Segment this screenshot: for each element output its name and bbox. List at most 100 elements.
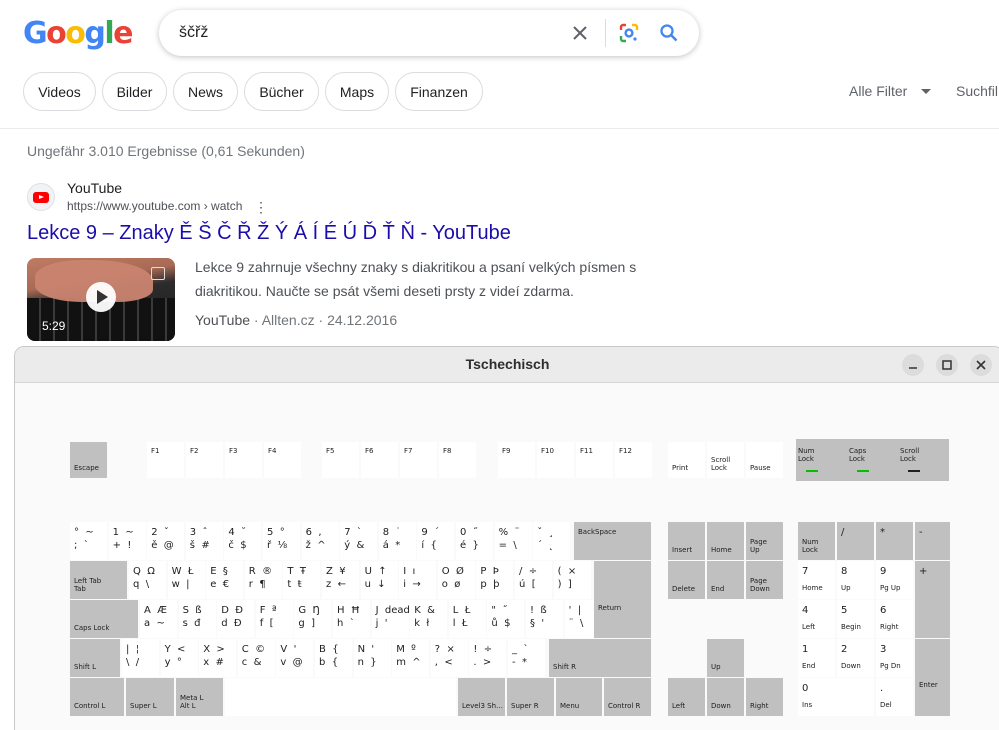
safesearch-button[interactable]: Suchfil (956, 83, 998, 99)
key-f1[interactable]: F1 (147, 442, 184, 478)
key-row4[interactable]: V ' v @ (276, 639, 314, 677)
key-row1[interactable]: 1 ~ + ! (108, 522, 146, 560)
key-row4[interactable]: Y < y ° (160, 639, 198, 677)
key-super-left[interactable]: Super L (126, 678, 174, 716)
key-row2[interactable]: W Ł w | (167, 561, 205, 599)
key-row1[interactable]: 4 ˘ č $ (224, 522, 262, 560)
key-return[interactable]: Return (594, 561, 651, 638)
key-page-down[interactable]: Page Down (746, 561, 783, 599)
key-kp-1[interactable]: 1 End (798, 639, 835, 677)
key-kp-5[interactable]: 5 Begin (837, 600, 874, 638)
google-lens-icon[interactable] (618, 22, 640, 44)
key-kp-8[interactable]: 8 Up (837, 561, 874, 599)
key-kp-minus[interactable]: - (915, 522, 950, 560)
key-kp-divide[interactable]: / (837, 522, 874, 560)
key-row3[interactable]: A Æ a ~ (140, 600, 177, 638)
site-favicon[interactable] (27, 183, 55, 211)
key-alt-left[interactable]: Meta L Alt L (176, 678, 223, 716)
chip-images[interactable]: Bilder (102, 72, 167, 111)
key-row2[interactable]: Q Ω q \ (129, 561, 166, 599)
key-kp-7[interactable]: 7 Home (798, 561, 835, 599)
key-up[interactable]: Up (707, 639, 744, 677)
key-row2[interactable]: E § e € (206, 561, 244, 599)
key-row4[interactable]: B { b { (315, 639, 352, 677)
key-kp-3[interactable]: 3 Pg Dn (876, 639, 913, 677)
key-row2[interactable]: O Ø o ø (437, 561, 475, 599)
key-row1[interactable]: % ¨ = \ (494, 522, 532, 560)
chip-videos[interactable]: Videos (23, 72, 96, 111)
key-caps-lock[interactable]: Caps Lock (70, 600, 138, 638)
key-row1[interactable]: 5 ° ř ⅛ (263, 522, 300, 560)
key-row4[interactable]: N ' n } (353, 639, 391, 677)
key-row2[interactable]: U ↑ u ↓ (360, 561, 398, 599)
search-input[interactable] (179, 22, 559, 44)
key-row3[interactable]: D Đ d Đ (217, 600, 255, 638)
key-row1[interactable]: 3 ˆ š # (185, 522, 223, 560)
key-f6[interactable]: F6 (361, 442, 398, 478)
key-row1[interactable]: 0 ˝ é } (456, 522, 493, 560)
chip-news[interactable]: News (173, 72, 238, 111)
key-row3[interactable]: H Ħ h ` (333, 600, 370, 638)
key-row3[interactable]: S ß s đ (178, 600, 216, 638)
key-row3[interactable]: ! ß § ' (526, 600, 563, 638)
key-f2[interactable]: F2 (186, 442, 223, 478)
key-kp-plus[interactable]: + (915, 561, 950, 638)
key-num-lock[interactable]: Num Lock (798, 522, 835, 560)
key-super-right[interactable]: Super R (507, 678, 554, 716)
key-row2[interactable]: R ® r ¶ (244, 561, 282, 599)
key-row3[interactable]: J dead… j ' (371, 600, 409, 638)
key-row2[interactable]: / ÷ ú [ (515, 561, 552, 599)
key-row3[interactable]: G Ŋ g ] (294, 600, 332, 638)
key-row4[interactable]: C © c & (237, 639, 275, 677)
key-print[interactable]: Print (668, 442, 705, 478)
key-row4[interactable]: _ ` - * (508, 639, 545, 677)
key-row1[interactable]: ˇ ¸ ´ ˛ (533, 522, 571, 560)
key-page-up[interactable]: Page Up (746, 522, 783, 560)
key-control-left[interactable]: Control L (70, 678, 124, 716)
search-icon[interactable] (658, 22, 680, 44)
key-row1[interactable]: 7 ` ý & (340, 522, 378, 560)
more-options-icon[interactable]: ⋮ (254, 199, 268, 215)
key-space[interactable] (225, 678, 456, 716)
key-down[interactable]: Down (707, 678, 744, 716)
key-row4[interactable]: ! ÷ . > (469, 639, 507, 677)
key-shift-right[interactable]: Shift R (549, 639, 651, 677)
key-row2[interactable]: ( × ) ] (553, 561, 591, 599)
key-row1[interactable]: 6 , ž ^ (301, 522, 339, 560)
key-scroll-lock[interactable]: Scroll Lock (707, 442, 744, 478)
chip-finance[interactable]: Finanzen (395, 72, 483, 111)
key-row3[interactable]: F ª f [ (255, 600, 293, 638)
key-row2[interactable]: T Ŧ t ŧ (283, 561, 321, 599)
video-thumbnail[interactable]: 5:29 (27, 258, 175, 341)
key-row3[interactable]: K & k ł (410, 600, 448, 638)
key-kp-enter[interactable]: Enter (915, 639, 950, 716)
chip-books[interactable]: Bücher (244, 72, 319, 111)
key-shift-left[interactable]: Shift L (70, 639, 120, 677)
key-menu[interactable]: Menu (556, 678, 602, 716)
key-row1[interactable]: 8 ˙ á * (378, 522, 416, 560)
key-row2[interactable]: Z ¥ z ← (322, 561, 359, 599)
key-f12[interactable]: F12 (615, 442, 652, 478)
key-end[interactable]: End (707, 561, 744, 599)
result-url[interactable]: https://www.youtube.com › watch (67, 199, 242, 213)
result-site-name[interactable]: YouTube (67, 180, 122, 196)
key-left[interactable]: Left (668, 678, 705, 716)
key-kp-6[interactable]: 6 Right (876, 600, 913, 638)
key-row1[interactable]: 2 ˇ ě @ (147, 522, 185, 560)
key-kp-9[interactable]: 9 Pg Up (876, 561, 913, 599)
key-f8[interactable]: F8 (439, 442, 476, 478)
search-box[interactable] (159, 10, 699, 56)
key-kp-multiply[interactable]: * (876, 522, 913, 560)
key-kp-4[interactable]: 4 Left (798, 600, 835, 638)
key-control-right[interactable]: Control R (604, 678, 651, 716)
key-row4[interactable]: M º m ^ (392, 639, 430, 677)
key-row3[interactable]: " ˝ ů $ (487, 600, 525, 638)
key-f7[interactable]: F7 (400, 442, 437, 478)
key-backspace[interactable]: BackSpace (574, 522, 651, 560)
key-row2[interactable]: P Þ p þ (476, 561, 514, 599)
key-tab[interactable]: Left Tab Tab (70, 561, 127, 599)
key-pause[interactable]: Pause (746, 442, 783, 478)
key-f4[interactable]: F4 (264, 442, 301, 478)
key-f3[interactable]: F3 (225, 442, 262, 478)
play-icon[interactable] (86, 282, 116, 312)
